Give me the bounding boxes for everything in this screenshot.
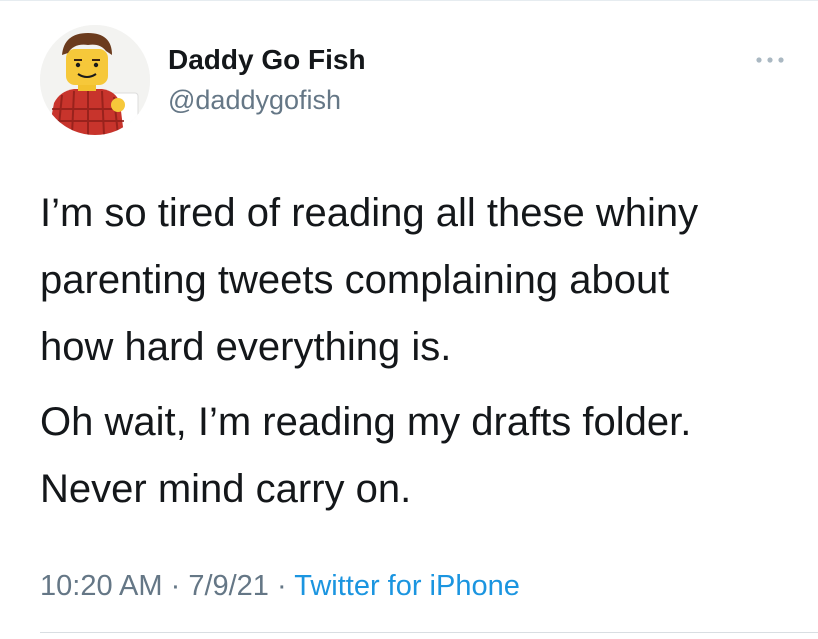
author-handle[interactable]: @daddygofish	[168, 82, 341, 118]
tweet-source-link[interactable]: Twitter for iPhone	[294, 570, 520, 602]
more-horizontal-icon	[756, 57, 784, 63]
bottom-divider	[40, 632, 818, 633]
tweet-paragraph: Oh wait, I’m reading my drafts folder. N…	[40, 400, 692, 511]
lego-minifigure-avatar-icon	[40, 25, 150, 135]
tweet-card: Daddy Go Fish @daddygofish I’m so tired …	[0, 0, 818, 639]
meta-separator: ·	[162, 570, 189, 602]
tweet-metadata: 10:20 AM · 7/9/21 · Twitter for iPhone	[40, 566, 520, 606]
meta-separator: ·	[268, 570, 295, 602]
more-options-button[interactable]	[748, 48, 792, 72]
avatar[interactable]	[40, 25, 150, 135]
tweet-time[interactable]: 10:20 AM	[40, 570, 163, 602]
tweet-paragraph: I’m so tired of reading all these whiny …	[40, 191, 699, 369]
author-display-name[interactable]: Daddy Go Fish	[168, 42, 366, 78]
tweet-date[interactable]: 7/9/21	[188, 570, 269, 602]
tweet-text: I’m so tired of reading all these whiny …	[40, 180, 800, 523]
